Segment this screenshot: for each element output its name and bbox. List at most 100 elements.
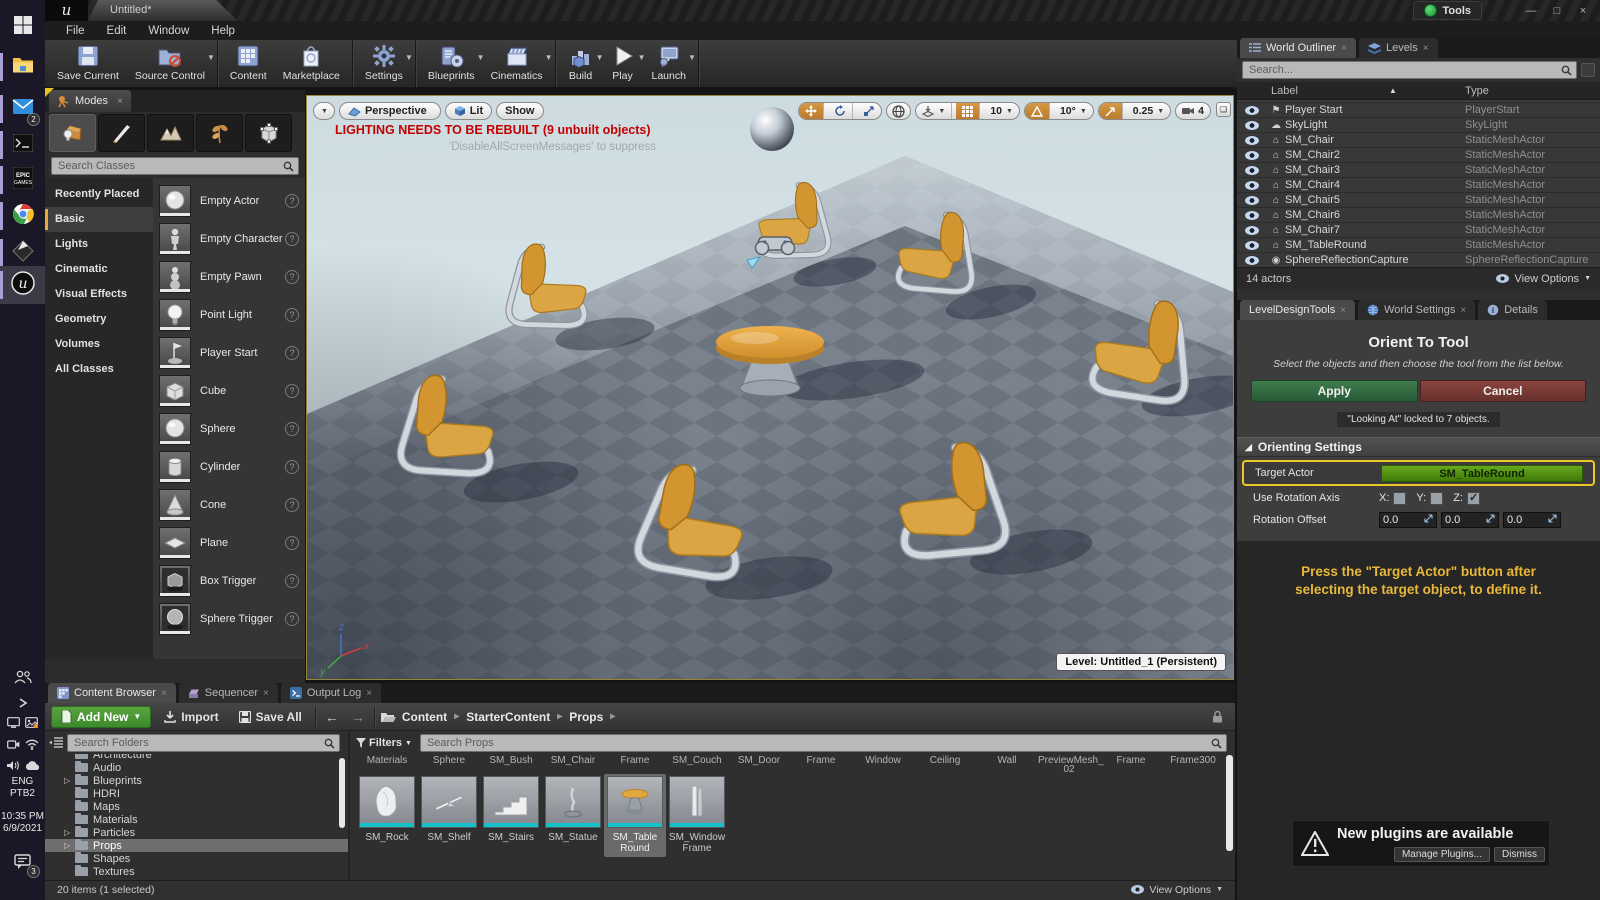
visibility-eye-icon[interactable] <box>1245 256 1259 265</box>
placeable-cone[interactable]: Cone? <box>153 486 305 524</box>
outliner-row-sm_chair5[interactable]: ⌂SM_Chair5StaticMeshActor <box>1237 193 1600 208</box>
folder-particles[interactable]: ▷Particles <box>45 826 348 839</box>
modes-search[interactable] <box>51 157 299 175</box>
outliner-settings-button[interactable] <box>1581 63 1595 77</box>
folder-shapes[interactable]: Shapes <box>45 852 348 865</box>
search-folders-input[interactable] <box>72 736 324 750</box>
close-button[interactable]: × <box>1572 5 1594 17</box>
search-assets-input[interactable] <box>425 736 1211 750</box>
blueprints-button[interactable]: Blueprints▼ <box>420 40 483 87</box>
surface-snap-button[interactable]: ▼ <box>916 102 952 120</box>
axis-checkbox-x[interactable] <box>1393 492 1406 505</box>
paint-mode-button[interactable] <box>98 114 145 152</box>
mode-category-geometry[interactable]: Geometry <box>45 307 153 332</box>
cinematics-button[interactable]: Cinematics▼ <box>483 40 551 87</box>
search-folders[interactable] <box>67 734 340 752</box>
outliner-row-sm_chair[interactable]: ⌂SM_ChairStaticMeshActor <box>1237 133 1600 148</box>
folder-blueprints[interactable]: ▷Blueprints <box>45 774 348 787</box>
sources-toggle-icon[interactable] <box>49 737 63 749</box>
search-assets[interactable] <box>420 734 1227 752</box>
help-icon[interactable]: ? <box>285 232 299 246</box>
placeable-player-start[interactable]: Player Start? <box>153 334 305 372</box>
outliner-row-player-start[interactable]: ⚑Player StartPlayerStart <box>1237 103 1600 118</box>
outliner-row-sm_chair3[interactable]: ⌂SM_Chair3StaticMeshActor <box>1237 163 1600 178</box>
rotation-snap-button[interactable] <box>1025 102 1050 120</box>
show-button[interactable]: Show <box>496 102 543 120</box>
outliner-row-sm_chair7[interactable]: ⌂SM_Chair7StaticMeshActor <box>1237 223 1600 238</box>
rotation-offset-field-1[interactable]: 0.0 <box>1441 512 1499 528</box>
help-icon[interactable]: ? <box>285 308 299 322</box>
drag-handle-icon[interactable] <box>1424 514 1433 526</box>
mode-category-recently-placed[interactable]: Recently Placed <box>45 182 153 207</box>
scale-tool-button[interactable] <box>857 102 881 120</box>
import-button[interactable]: Import <box>157 710 225 724</box>
drag-handle-icon[interactable] <box>1486 514 1495 526</box>
placeable-empty-pawn[interactable]: Empty Pawn? <box>153 258 305 296</box>
mode-category-cinematic[interactable]: Cinematic <box>45 257 153 282</box>
close-icon[interactable]: × <box>117 96 123 107</box>
apply-button[interactable]: Apply <box>1251 380 1418 402</box>
taskbar-mail[interactable]: 2 <box>0 90 45 128</box>
dropdown-caret-icon[interactable]: ▼ <box>545 53 553 62</box>
visibility-eye-icon[interactable] <box>1245 241 1259 250</box>
close-icon[interactable]: × <box>1341 43 1347 54</box>
perspective-button[interactable]: Perspective <box>339 102 441 120</box>
outliner-search[interactable] <box>1242 61 1577 79</box>
outliner-row-sm_chair6[interactable]: ⌂SM_Chair6StaticMeshActor <box>1237 208 1600 223</box>
folder-textures[interactable]: Textures <box>45 865 348 878</box>
save-current-button[interactable]: Save Current <box>49 40 127 87</box>
viewport-options-button[interactable]: ▼ <box>313 102 335 120</box>
tab-sequencer[interactable]: Sequencer× <box>179 683 278 703</box>
outliner-row-spherereflectioncapture[interactable]: ◉SphereReflectionCaptureSphereReflection… <box>1237 253 1600 267</box>
tab-world-outliner[interactable]: World Outliner× <box>1240 38 1356 58</box>
mode-category-visual-effects[interactable]: Visual Effects <box>45 282 153 307</box>
place-mode-button[interactable] <box>49 114 96 152</box>
mode-category-all-classes[interactable]: All Classes <box>45 357 153 382</box>
help-icon[interactable]: ? <box>285 612 299 626</box>
scale-snap-button[interactable] <box>1099 102 1123 120</box>
placeable-cube[interactable]: Cube? <box>153 372 305 410</box>
filters-button[interactable]: Filters▼ <box>356 737 416 749</box>
folder-architecture[interactable]: Architecture <box>45 754 348 761</box>
expand-arrow-icon[interactable]: ▷ <box>64 776 70 785</box>
label-column-header[interactable]: Label <box>1237 85 1298 97</box>
tab-world-settings[interactable]: World Settings× <box>1358 300 1475 320</box>
landscape-mode-button[interactable] <box>147 114 194 152</box>
breadcrumb-content[interactable]: Content <box>402 710 447 724</box>
scale-snap-value[interactable]: 0.25▼ <box>1127 102 1170 120</box>
close-icon[interactable]: × <box>1460 305 1466 316</box>
rotation-offset-field-2[interactable]: 0.0 <box>1503 512 1561 528</box>
asset-sm_stairs[interactable]: SM_Stairs <box>480 774 542 846</box>
help-icon[interactable]: ? <box>285 536 299 550</box>
help-icon[interactable]: ? <box>285 346 299 360</box>
visibility-eye-icon[interactable] <box>1245 151 1259 160</box>
tab-leveldesigntools[interactable]: LevelDesignTools× <box>1240 300 1355 320</box>
breadcrumb-startercontent[interactable]: StarterContent <box>466 710 550 724</box>
level-tab[interactable]: Untitled* <box>88 0 238 21</box>
folder-audio[interactable]: Audio <box>45 761 348 774</box>
grid-snap-value[interactable]: 10▼ <box>984 102 1019 120</box>
outliner-row-sm_chair2[interactable]: ⌂SM_Chair2StaticMeshActor <box>1237 148 1600 163</box>
taskbar-start[interactable] <box>0 8 45 46</box>
minimize-button[interactable]: — <box>1520 5 1542 17</box>
expand-arrow-icon[interactable]: ▷ <box>64 841 70 850</box>
outliner-row-skylight[interactable]: ☁SkyLightSkyLight <box>1237 118 1600 133</box>
taskbar-chrome[interactable] <box>0 197 45 235</box>
close-icon[interactable]: × <box>263 688 269 699</box>
menu-file[interactable]: File <box>55 25 96 37</box>
marketplace-button[interactable]: Marketplace <box>275 40 348 87</box>
taskbar-epic-games[interactable]: EPICGAMES <box>0 161 45 199</box>
modes-search-input[interactable] <box>56 159 283 173</box>
foliage-mode-button[interactable] <box>196 114 243 152</box>
launch-button[interactable]: Launch▼ <box>644 40 694 87</box>
folder-materials[interactable]: Materials <box>45 813 348 826</box>
mode-category-basic[interactable]: Basic <box>45 207 153 232</box>
world-local-toggle[interactable] <box>886 102 911 120</box>
camera-speed-button[interactable]: 4 <box>1176 102 1210 120</box>
rotation-offset-field-0[interactable]: 0.0 <box>1379 512 1437 528</box>
placeable-plane[interactable]: Plane? <box>153 524 305 562</box>
source-control-button[interactable]: Source Control▼ <box>127 40 213 87</box>
close-icon[interactable]: × <box>366 688 372 699</box>
placeable-point-light[interactable]: Point Light? <box>153 296 305 334</box>
orienting-settings-header[interactable]: ◢ Orienting Settings <box>1237 437 1600 457</box>
